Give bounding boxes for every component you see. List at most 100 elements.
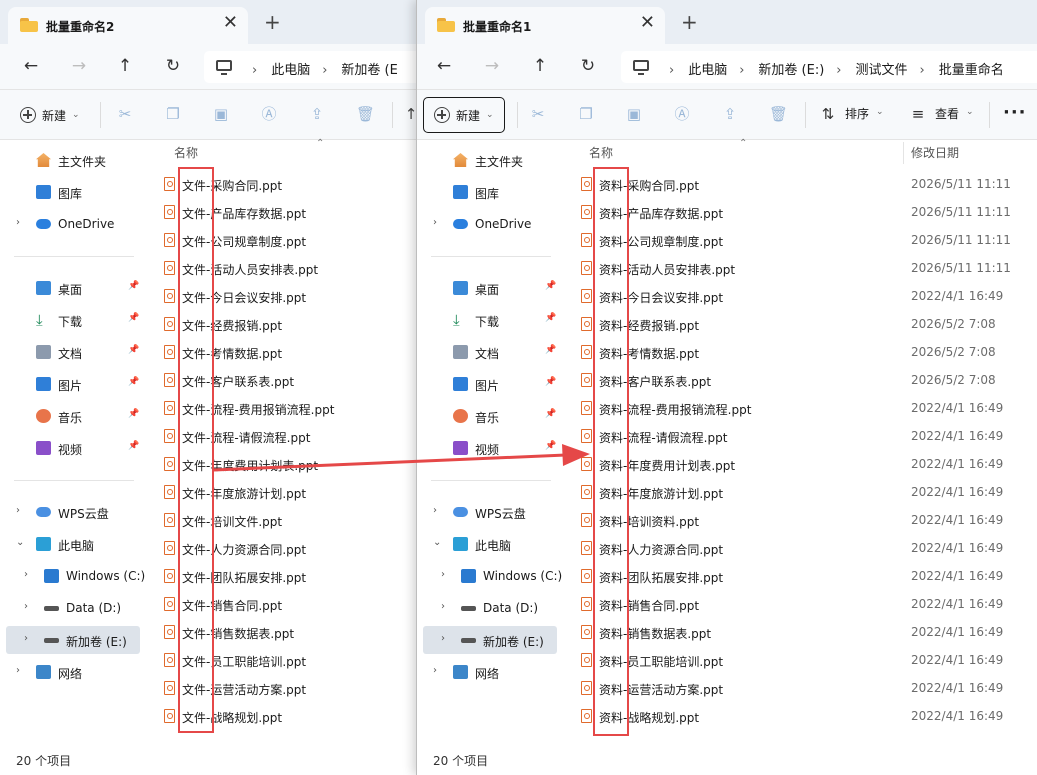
sidebar-item[interactable]: 桌面 📌 xyxy=(0,274,140,302)
breadcrumb-item[interactable]: 新加卷 (E:) xyxy=(758,59,824,78)
sidebar-item[interactable]: › Windows (C:) xyxy=(417,562,562,590)
sidebar-item[interactable]: 音乐 📌 xyxy=(417,402,557,430)
breadcrumb-item[interactable]: 新加卷 (E xyxy=(341,59,397,78)
new-button[interactable]: 新建 ⌄ xyxy=(12,97,88,133)
sidebar-item[interactable]: 图库 xyxy=(417,178,557,206)
sidebar-item[interactable]: › WPS云盘 xyxy=(0,498,140,526)
sidebar-item[interactable]: 桌面 📌 xyxy=(417,274,557,302)
sidebar-item[interactable]: 图片 📌 xyxy=(417,370,557,398)
sidebar-item[interactable]: › 网络 xyxy=(0,658,140,686)
chevron-right-icon[interactable]: › xyxy=(441,601,445,612)
sidebar-item[interactable]: 主文件夹 xyxy=(0,146,140,174)
breadcrumb-item[interactable]: 此电脑 xyxy=(271,59,310,78)
sidebar-item[interactable]: 音乐 📌 xyxy=(0,402,140,430)
file-row[interactable]: 资料-销售合同.ppt 2022/4/1 16:49 xyxy=(563,590,1037,618)
chevron-down-icon[interactable]: ⌄ xyxy=(433,537,441,548)
close-tab-icon[interactable]: ✕ xyxy=(223,14,238,32)
new-tab-icon[interactable]: + xyxy=(264,12,281,32)
sidebar-item[interactable]: 主文件夹 xyxy=(417,146,557,174)
view-button[interactable]: 查看 xyxy=(935,105,959,122)
file-row[interactable]: 资料-员工职能培训.ppt 2022/4/1 16:49 xyxy=(563,646,1037,674)
chevron-right-icon[interactable]: › xyxy=(433,665,437,676)
pin-icon[interactable]: 📌 xyxy=(545,281,556,291)
column-header-date[interactable]: 修改日期 xyxy=(911,144,959,166)
chevron-right-icon[interactable]: › xyxy=(16,505,20,516)
chevron-right-icon[interactable]: › xyxy=(24,569,28,580)
refresh-icon[interactable]: ↻ xyxy=(575,54,601,78)
chevron-down-icon[interactable]: ⌄ xyxy=(16,537,24,548)
copy-icon[interactable]: ❐ xyxy=(164,105,182,123)
pin-icon[interactable]: 📌 xyxy=(545,313,556,323)
pin-icon[interactable]: 📌 xyxy=(128,409,139,419)
file-row[interactable]: 资料-活动人员安排表.ppt 2026/5/11 11:11 xyxy=(563,254,1037,282)
chevron-right-icon[interactable]: › xyxy=(441,569,445,580)
file-row[interactable]: 资料-经费报销.ppt 2026/5/2 7:08 xyxy=(563,310,1037,338)
file-row[interactable]: 资料-培训资料.ppt 2022/4/1 16:49 xyxy=(563,506,1037,534)
file-row[interactable]: 资料-产品库存数据.ppt 2026/5/11 11:11 xyxy=(563,198,1037,226)
file-row[interactable]: 资料-公司规章制度.ppt 2026/5/11 11:11 xyxy=(563,226,1037,254)
pin-icon[interactable]: 📌 xyxy=(545,409,556,419)
delete-icon[interactable]: 🗑 xyxy=(769,105,788,123)
address-field[interactable]: › 此电脑 › 新加卷 (E:) › 测试文件 › 批量重命名 xyxy=(621,51,1037,83)
delete-icon[interactable]: 🗑 xyxy=(356,105,375,123)
chevron-right-icon[interactable]: › xyxy=(16,217,20,228)
sidebar-item[interactable]: › Data (D:) xyxy=(417,594,557,622)
tab-active[interactable]: 批量重命名2 ✕ xyxy=(8,7,248,44)
more-options-icon[interactable]: ··· xyxy=(1003,102,1027,123)
pin-icon[interactable]: 📌 xyxy=(545,377,556,387)
file-row[interactable]: 资料-运营活动方案.ppt 2022/4/1 16:49 xyxy=(563,674,1037,702)
sidebar-item[interactable]: › OneDrive xyxy=(417,210,557,238)
cut-icon[interactable]: ✂ xyxy=(116,105,134,123)
sidebar-item[interactable]: 图片 📌 xyxy=(0,370,140,398)
up-arrow-icon[interactable]: ↑ xyxy=(112,54,138,78)
refresh-icon[interactable]: ↻ xyxy=(160,54,186,78)
sidebar-item[interactable]: 视频 📌 xyxy=(0,434,140,462)
chevron-right-icon[interactable]: › xyxy=(24,601,28,612)
file-row[interactable]: 资料-采购合同.ppt 2026/5/11 11:11 xyxy=(563,170,1037,198)
sort-icon[interactable]: ⇅ xyxy=(819,105,837,123)
sidebar-item[interactable]: ⤓ 下载 📌 xyxy=(0,306,140,334)
forward-arrow-icon[interactable]: → xyxy=(479,54,505,78)
pin-icon[interactable]: 📌 xyxy=(545,441,556,451)
back-arrow-icon[interactable]: ← xyxy=(18,54,44,78)
sidebar-item[interactable]: 视频 📌 xyxy=(417,434,557,462)
sidebar-item[interactable]: › 网络 xyxy=(417,658,557,686)
sidebar-item[interactable]: 文档 📌 xyxy=(0,338,140,366)
back-arrow-icon[interactable]: ← xyxy=(431,54,457,78)
share-icon[interactable]: ⇪ xyxy=(308,105,326,123)
sidebar-item[interactable]: 文档 📌 xyxy=(417,338,557,366)
sidebar-item[interactable]: 图库 xyxy=(0,178,140,206)
file-row[interactable]: 资料-战略规划.ppt 2022/4/1 16:49 xyxy=(563,702,1037,730)
file-row[interactable]: 资料-年度旅游计划.ppt 2022/4/1 16:49 xyxy=(563,478,1037,506)
share-icon[interactable]: ⇪ xyxy=(721,105,739,123)
sort-button[interactable]: 排序 xyxy=(845,105,869,122)
paste-icon[interactable]: ▣ xyxy=(212,105,230,123)
pin-icon[interactable]: 📌 xyxy=(545,345,556,355)
sidebar-item[interactable]: › 新加卷 (E:) xyxy=(423,626,557,654)
breadcrumb-item[interactable]: 此电脑 xyxy=(688,59,727,78)
chevron-right-icon[interactable]: › xyxy=(24,633,28,644)
sidebar-item[interactable]: › WPS云盘 xyxy=(417,498,557,526)
file-row[interactable]: 资料-年度费用计划表.ppt 2022/4/1 16:49 xyxy=(563,450,1037,478)
pin-icon[interactable]: 📌 xyxy=(128,377,139,387)
close-tab-icon[interactable]: ✕ xyxy=(640,14,655,32)
sidebar-item[interactable]: ⤓ 下载 📌 xyxy=(417,306,557,334)
file-row[interactable]: 资料-流程-费用报销流程.ppt 2022/4/1 16:49 xyxy=(563,394,1037,422)
chevron-right-icon[interactable]: › xyxy=(441,633,445,644)
file-row[interactable]: 资料-团队拓展安排.ppt 2022/4/1 16:49 xyxy=(563,562,1037,590)
tab-active[interactable]: 批量重命名1 ✕ xyxy=(425,7,665,44)
chevron-right-icon[interactable]: › xyxy=(433,217,437,228)
pin-icon[interactable]: 📌 xyxy=(128,345,139,355)
sidebar-item[interactable]: › 新加卷 (E:) xyxy=(6,626,140,654)
sidebar-item[interactable]: ⌄ 此电脑 xyxy=(417,530,557,558)
new-button[interactable]: 新建 ⌄ xyxy=(423,97,505,133)
paste-icon[interactable]: ▣ xyxy=(625,105,643,123)
up-arrow-icon[interactable]: ↑ xyxy=(527,54,553,78)
breadcrumb-item[interactable]: 批量重命名 xyxy=(939,59,1004,78)
view-icon[interactable]: ≡ xyxy=(909,105,927,123)
rename-icon[interactable]: Ⓐ xyxy=(673,105,691,123)
file-row[interactable]: 资料-今日会议安排.ppt 2022/4/1 16:49 xyxy=(563,282,1037,310)
copy-icon[interactable]: ❐ xyxy=(577,105,595,123)
new-tab-icon[interactable]: + xyxy=(681,12,698,32)
pin-icon[interactable]: 📌 xyxy=(128,281,139,291)
